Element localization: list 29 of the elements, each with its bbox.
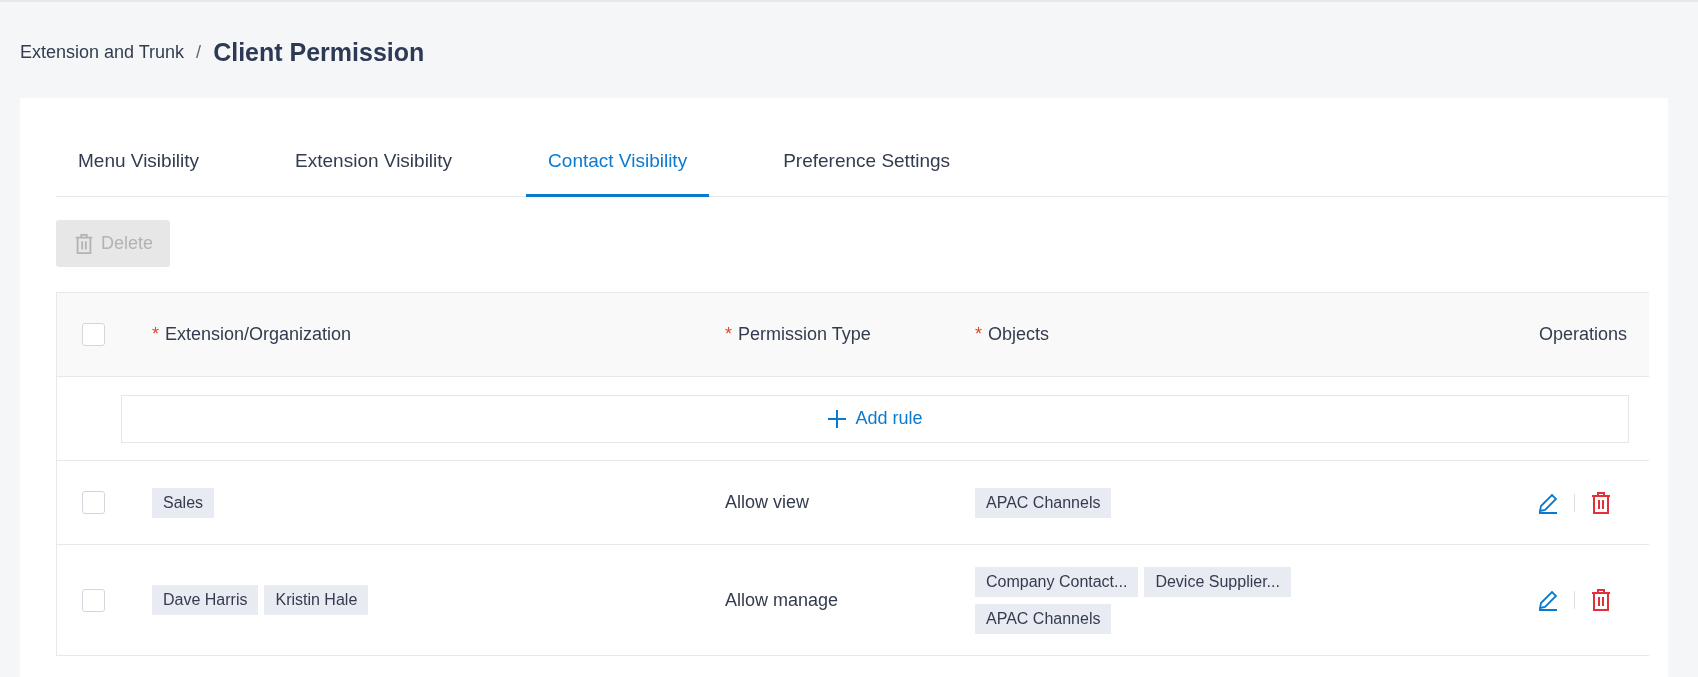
tab[interactable]: Extension Visibility <box>273 128 475 197</box>
member-tag: Kristin Hale <box>264 585 369 615</box>
page-title: Client Permission <box>213 37 425 67</box>
select-all-checkbox[interactable] <box>82 323 105 346</box>
tab[interactable]: Contact Visibility <box>526 128 710 197</box>
row-checkbox[interactable] <box>82 491 105 514</box>
plus-icon <box>827 408 848 429</box>
trash-icon <box>73 232 95 255</box>
column-header: * Objects <box>975 324 1051 345</box>
object-tag: Company Contact... <box>975 566 1139 597</box>
tab[interactable]: Menu Visibility <box>56 128 222 197</box>
object-tag: APAC Channels <box>975 487 1112 518</box>
object-tag: APAC Channels <box>975 603 1112 634</box>
add-rule-button[interactable]: Add rule <box>121 394 1629 443</box>
column-header: Operations <box>1538 324 1627 345</box>
object-tag: Device Supplier... <box>1144 566 1291 597</box>
edit-button[interactable] <box>1536 588 1560 612</box>
delete-row-button[interactable] <box>1589 490 1613 515</box>
tab[interactable]: Preference Settings <box>761 128 973 197</box>
breadcrumb-link[interactable]: Extension and Trunk <box>20 41 185 63</box>
breadcrumb-separator: / <box>196 41 202 63</box>
permission-type: Allow manage <box>725 589 839 611</box>
column-header: * Extension/Organization <box>152 324 353 345</box>
permission-type: Allow view <box>725 492 810 513</box>
member-tag: Dave Harris <box>152 585 259 615</box>
column-header: * Permission Type <box>725 324 872 345</box>
row-checkbox[interactable] <box>82 588 105 612</box>
delete-row-button[interactable] <box>1589 588 1613 612</box>
member-tag: Sales <box>152 487 215 518</box>
